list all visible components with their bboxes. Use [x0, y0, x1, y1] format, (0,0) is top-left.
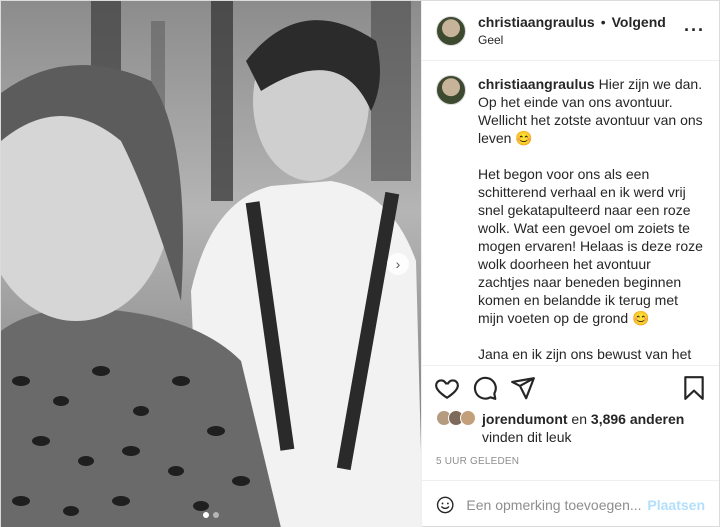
heart-icon[interactable]: [434, 375, 460, 401]
location-link[interactable]: Geel: [478, 33, 684, 47]
comment-bar: Plaatsen: [422, 480, 719, 527]
emoji-icon[interactable]: [436, 493, 454, 517]
comment-icon[interactable]: [472, 375, 498, 401]
liker-avatar: [460, 410, 476, 426]
caption-text: Hier zijn we dan. Op het einde van ons a…: [478, 76, 703, 365]
likes-text: jorendumont en 3,896 anderen vinden dit …: [482, 410, 684, 446]
caption-avatar[interactable]: [436, 75, 466, 105]
action-bar: [422, 366, 719, 410]
carousel-indicator: [203, 512, 219, 518]
comment-input[interactable]: [466, 496, 648, 513]
likes-suffix: vinden dit leuk: [482, 429, 572, 445]
send-icon[interactable]: [510, 375, 536, 401]
likes-conjunction: en: [567, 411, 591, 427]
chevron-right-icon: ›: [395, 256, 401, 272]
likes-summary: jorendumont en 3,896 anderen vinden dit …: [422, 410, 719, 446]
post-timestamp[interactable]: 5 UUR GELEDEN: [422, 446, 719, 480]
username-link[interactable]: christiaangraulus: [478, 14, 595, 30]
header-text: christiaangraulus • Volgend Geel: [478, 14, 684, 47]
header-line: christiaangraulus • Volgend: [478, 14, 684, 30]
avatar[interactable]: [436, 15, 466, 46]
caption-body: christiaangraulus Hier zijn we dan. Op h…: [478, 75, 705, 365]
follow-button[interactable]: Volgend: [612, 14, 666, 30]
carousel-dot-active: [203, 512, 209, 518]
post-details-panel: christiaangraulus • Volgend Geel ··· chr…: [421, 1, 719, 527]
instagram-post: › christiaangraulus • Volgend Geel ··· c…: [0, 0, 720, 527]
caption: christiaangraulus Hier zijn we dan. Op h…: [436, 75, 705, 365]
liker-username[interactable]: jorendumont: [482, 411, 568, 427]
carousel-next-button[interactable]: ›: [387, 253, 409, 275]
likes-count[interactable]: 3,896 anderen: [591, 411, 684, 427]
liker-avatars[interactable]: [436, 410, 476, 446]
caption-area: christiaangraulus Hier zijn we dan. Op h…: [422, 61, 719, 366]
more-horizontal-icon[interactable]: ···: [684, 20, 705, 41]
photo-illustration: [1, 1, 421, 527]
post-photo[interactable]: ›: [1, 1, 421, 527]
bookmark-icon[interactable]: [681, 375, 707, 401]
post-comment-button[interactable]: Plaatsen: [647, 497, 705, 513]
separator: •: [600, 14, 606, 30]
carousel-dot: [213, 512, 219, 518]
post-header: christiaangraulus • Volgend Geel ···: [422, 1, 719, 61]
caption-username[interactable]: christiaangraulus: [478, 76, 595, 92]
